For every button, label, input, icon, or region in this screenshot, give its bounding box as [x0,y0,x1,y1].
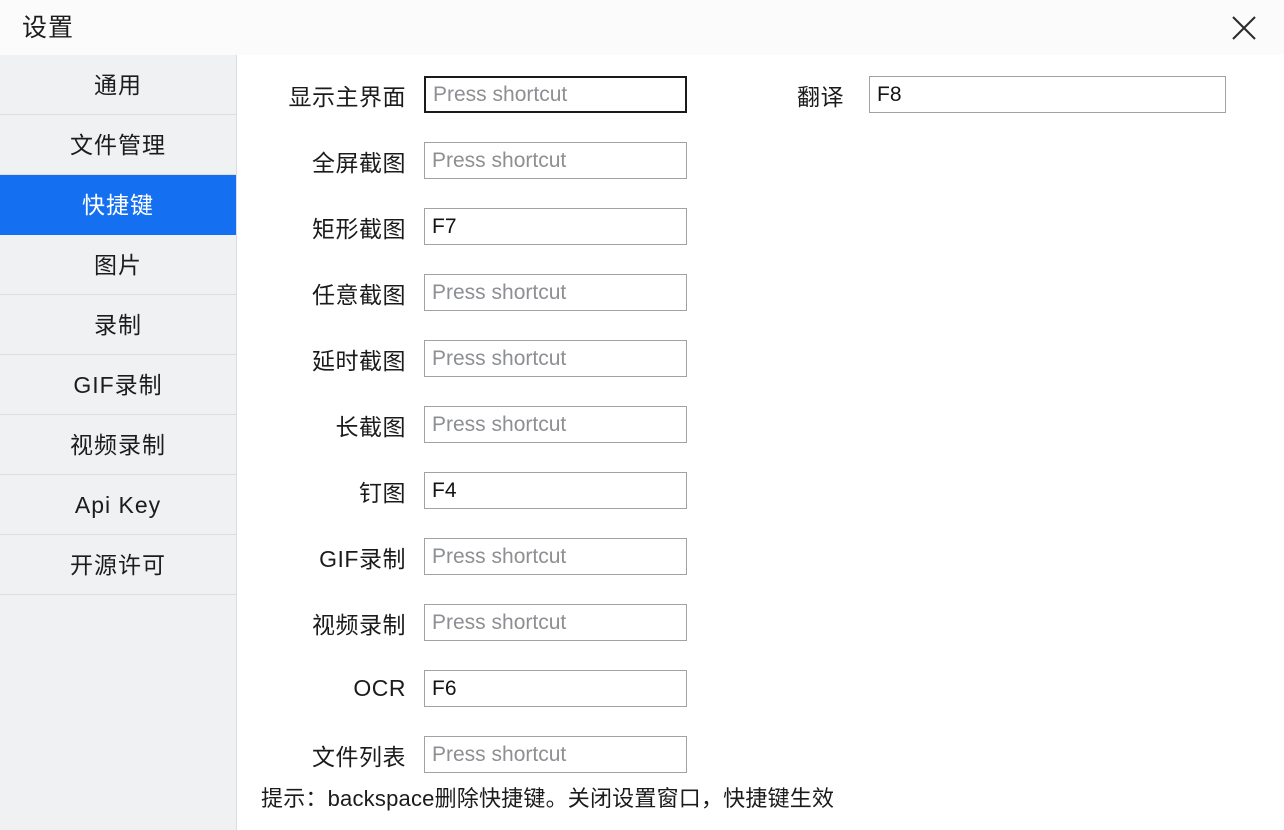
shortcut-label-1: 全屏截图 [312,149,406,176]
sidebar-item-0[interactable]: 通用 [0,55,236,115]
shortcut-row-2: 矩形截图 F7 [261,208,687,245]
shortcut-input-translate[interactable]: F8 [869,76,1226,113]
sidebar-item-label: 文件管理 [70,132,166,158]
shortcut-label-translate: 翻译 [797,83,844,110]
shortcut-placeholder-8: Press shortcut [432,611,567,634]
shortcut-placeholder-7: Press shortcut [432,545,567,568]
shortcut-placeholder-3: Press shortcut [432,281,567,304]
main-content: 文件列表 Press shortcut OCR F6 视频录制 Press shortcu… [237,55,1284,830]
title-bar: 设置 [0,0,1284,55]
close-button[interactable] [1220,6,1268,50]
shortcut-label-2: 矩形截图 [312,215,406,242]
shortcut-label-10: 文件列表 [312,743,406,770]
sidebar-item-1[interactable]: 文件管理 [0,115,236,175]
sidebar-item-6[interactable]: 视频录制 [0,415,236,475]
shortcut-row-7: GIF录制 Press shortcut [261,538,687,575]
shortcut-input-10[interactable]: Press shortcut [424,736,687,773]
sidebar-item-8[interactable]: 开源许可 [0,535,236,595]
shortcut-label-6: 钉图 [359,479,406,506]
shortcut-row-6: 钉图 F4 [261,472,687,509]
shortcut-row-5: 长截图 Press shortcut [261,406,687,443]
sidebar-item-7[interactable]: Api Key [0,475,236,535]
shortcut-input-9[interactable]: F6 [424,670,687,707]
shortcut-label-0: 显示主界面 [288,83,406,110]
shortcut-label-3: 任意截图 [312,281,406,308]
shortcut-label-7: GIF录制 [319,545,406,572]
page-title: 设置 [22,14,75,42]
shortcut-input-0[interactable]: Press shortcut [424,76,687,113]
shortcut-input-2[interactable]: F7 [424,208,687,245]
sidebar-item-label: 录制 [94,312,142,338]
shortcut-row-0: 显示主界面 Press shortcut [261,76,687,113]
sidebar-item-2[interactable]: 快捷键 [0,175,236,235]
shortcut-placeholder-4: Press shortcut [432,347,567,370]
shortcut-row-1: 全屏截图 Press shortcut [261,142,687,179]
shortcut-value-2: F7 [432,215,457,238]
shortcut-row-8: 视频录制 Press shortcut [261,604,687,641]
shortcut-placeholder-1: Press shortcut [432,149,567,172]
sidebar-item-label: 通用 [94,72,142,98]
shortcut-label-8: 视频录制 [312,611,406,638]
sidebar-item-label: GIF录制 [73,372,163,398]
sidebar-item-4[interactable]: 录制 [0,295,236,355]
sidebar-item-label: Api Key [74,492,162,518]
sidebar-item-label: 快捷键 [82,192,154,218]
shortcut-label-9: OCR [353,675,406,701]
sidebar-item-5[interactable]: GIF录制 [0,355,236,415]
shortcut-input-8[interactable]: Press shortcut [424,604,687,641]
shortcut-row-3: 任意截图 Press shortcut [261,274,687,311]
shortcut-row-4: 延时截图 Press shortcut [261,340,687,377]
shortcut-placeholder-10: Press shortcut [432,743,567,766]
shortcut-row-9: OCR F6 [261,670,687,707]
hint-text: 提示：backspace删除快捷键。关闭设置窗口，快捷键生效 [261,786,835,811]
close-icon [1229,13,1259,43]
shortcut-value-6: F4 [432,479,457,502]
shortcut-input-7[interactable]: Press shortcut [424,538,687,575]
shortcut-input-3[interactable]: Press shortcut [424,274,687,311]
shortcut-input-4[interactable]: Press shortcut [424,340,687,377]
shortcut-input-1[interactable]: Press shortcut [424,142,687,179]
shortcut-value-9: F6 [432,677,457,700]
sidebar-item-label: 视频录制 [70,432,166,458]
shortcut-label-5: 长截图 [335,413,406,440]
shortcut-label-4: 延时截图 [312,347,406,374]
shortcut-input-5[interactable]: Press shortcut [424,406,687,443]
shortcut-input-6[interactable]: F4 [424,472,687,509]
shortcut-row-translate: 翻译 F8 [797,76,1226,113]
shortcut-placeholder-0: Press shortcut [433,83,568,106]
sidebar-item-label: 开源许可 [70,552,166,578]
shortcut-placeholder-5: Press shortcut [432,413,567,436]
sidebar-item-3[interactable]: 图片 [0,235,236,295]
sidebar-item-label: 图片 [94,252,142,278]
shortcut-row-10: 文件列表 Press shortcut [261,736,687,773]
sidebar: 通用文件管理快捷键图片录制 GIF录制视频录制 Api Key 开源许可 [0,55,237,830]
shortcut-value-translate: F8 [877,83,902,106]
